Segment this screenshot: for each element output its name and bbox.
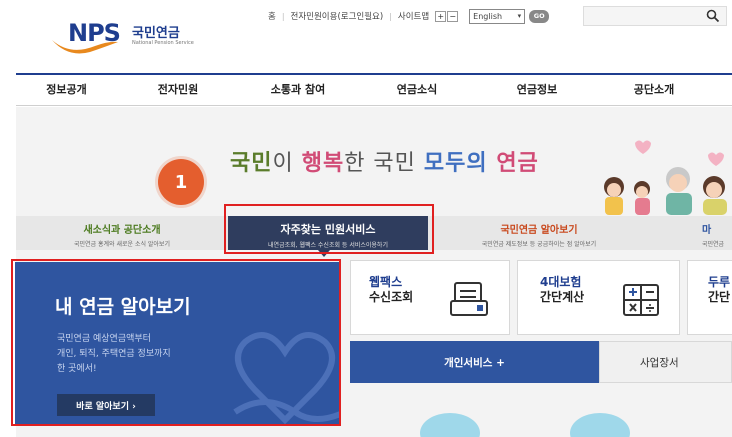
search-icon[interactable] — [706, 9, 720, 23]
tab-news-about[interactable]: 새소식과 공단소개 국민연금 홍계와 새로운 소식 알아보기 — [16, 216, 228, 250]
family-illustration-icon — [604, 140, 727, 215]
zoom-in-button[interactable]: + — [435, 10, 447, 22]
language-go-button[interactable]: GO — [529, 9, 550, 23]
nav-e-civil[interactable]: 전자민원 — [117, 75, 239, 105]
duru-service-box[interactable]: 두루 간단 — [687, 260, 732, 335]
nav-pension-news[interactable]: 연금소식 — [357, 75, 477, 105]
language-select[interactable]: English ▾ — [469, 8, 526, 24]
step-number-badge: 1 — [158, 159, 204, 205]
zoom-controls: + − — [435, 10, 459, 22]
logo-name-kr: 국민연금 — [132, 26, 180, 41]
chevron-down-icon: ▾ — [517, 11, 522, 20]
calculator-icon — [623, 284, 659, 316]
tab-learn-pension[interactable]: 국민연금 알아보기 국민연금 제도정보 등 궁금하이는 점 알아보기 — [434, 216, 644, 250]
webfax-service-box[interactable]: 웹팩스 수신조회 — [350, 260, 510, 335]
nps-logo[interactable]: NPS 국민연금 National Pension Service — [50, 14, 194, 54]
home-link[interactable]: 홈 — [268, 10, 276, 22]
tab-business-service[interactable]: 사업장서 — [599, 341, 732, 383]
sitemap-link[interactable]: 사이트맵 — [398, 10, 429, 22]
fax-icon — [450, 282, 488, 316]
highlight-my-pension-card — [11, 259, 341, 426]
utility-bar: 홈 | 전자민원이용(로그인필요) | 사이트맵 + − English ▾ G… — [268, 8, 550, 24]
logo-name-en: National Pension Service — [132, 40, 194, 46]
nav-pension-info[interactable]: 연금정보 — [477, 75, 597, 105]
search-input[interactable] — [583, 6, 727, 26]
zoom-out-button[interactable]: − — [447, 10, 459, 22]
language-value: English — [473, 11, 503, 21]
nav-info-disclosure[interactable]: 정보공개 — [16, 75, 117, 105]
tab-personal-service[interactable]: 개인서비스 + — [350, 341, 599, 383]
banner-slogan: 국민이 행복한 국민 모두의 연금 — [230, 150, 539, 176]
logo-mark: NPS — [68, 19, 121, 47]
service-tabs: 개인서비스 + 사업장서 — [350, 341, 732, 383]
main-navigation: 정보공개 전자민원 소통과 참여 연금소식 연금정보 공단소개 — [16, 73, 732, 106]
insurance-calc-service-box[interactable]: 4대보험 간단계산 — [517, 260, 680, 335]
e-civil-login-link[interactable]: 전자민원이용(로그인필요) — [291, 10, 384, 22]
nav-communication[interactable]: 소통과 참여 — [239, 75, 357, 105]
tab-more[interactable]: 마 국민연금 — [702, 216, 732, 250]
highlight-frequent-services — [224, 204, 434, 254]
nav-about[interactable]: 공단소개 — [597, 75, 711, 105]
